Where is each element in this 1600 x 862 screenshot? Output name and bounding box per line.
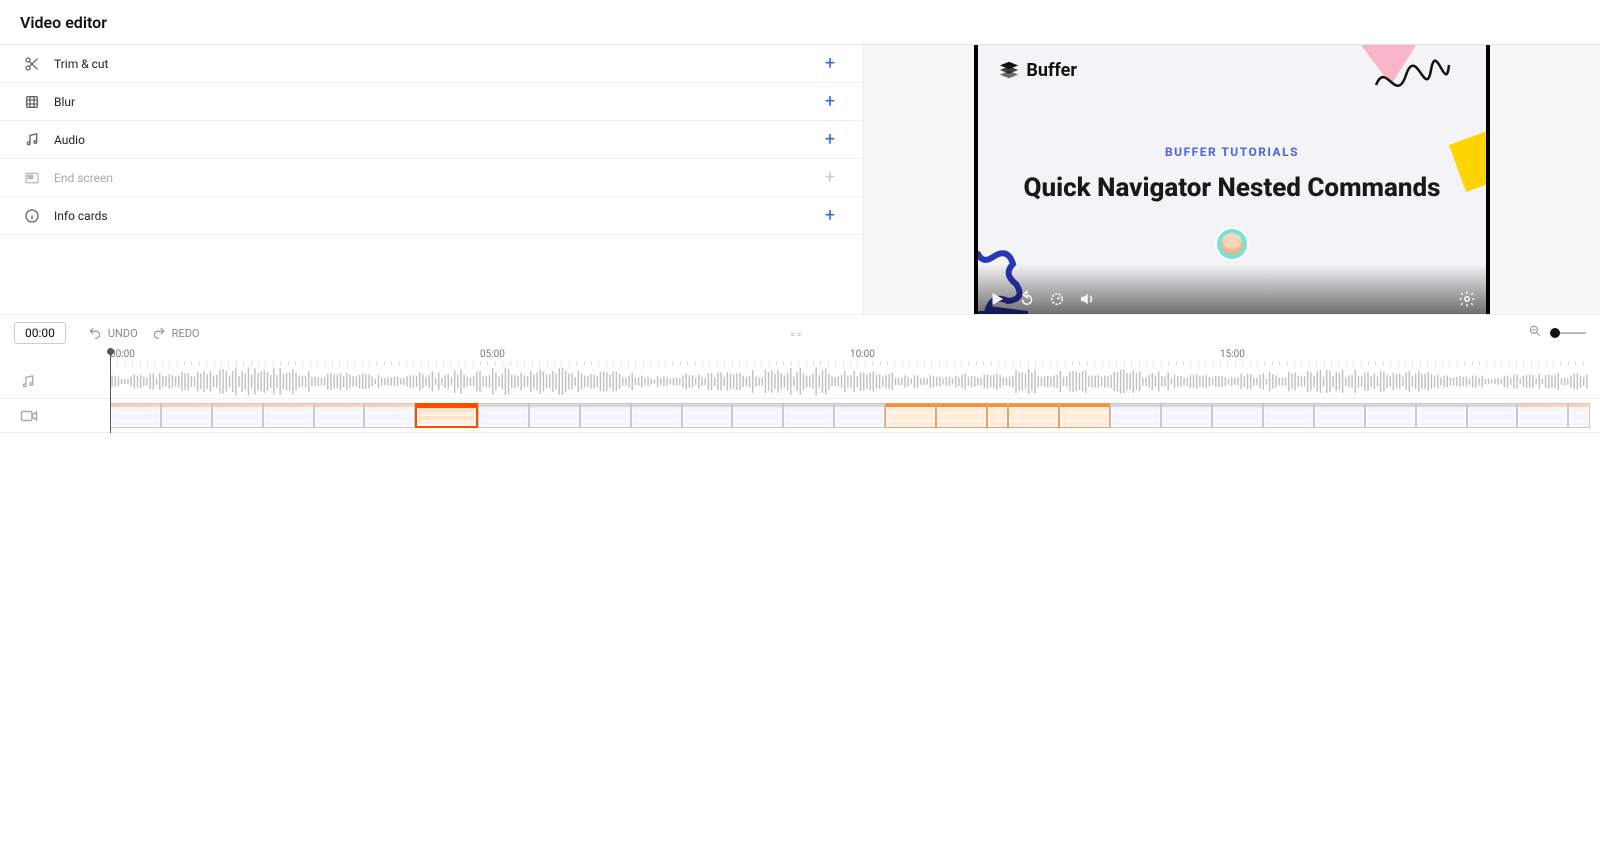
scissors-icon: [24, 56, 40, 72]
video-clip[interactable]: [478, 403, 529, 428]
video-clip[interactable]: [1008, 403, 1059, 428]
video-clip[interactable]: [1059, 403, 1110, 428]
video-clip[interactable]: [732, 403, 783, 428]
audio-track-body[interactable]: [110, 365, 1590, 398]
page-title: Video editor: [20, 13, 107, 32]
brand-name: Buffer: [1026, 60, 1077, 81]
timeline: 00:00 05:00 10:00 15:00: [0, 349, 1600, 433]
video-track-icon: [0, 409, 110, 423]
video-clip[interactable]: [1416, 403, 1467, 428]
blur-icon: [24, 94, 40, 110]
video-clip[interactable]: [314, 403, 365, 428]
info-icon: [24, 208, 40, 224]
decoration-squiggle: [1371, 55, 1451, 110]
video-clip[interactable]: [885, 403, 936, 428]
video-clip[interactable]: [110, 403, 161, 428]
current-time-input[interactable]: 00:00: [14, 322, 66, 344]
tool-label: Audio: [54, 133, 85, 147]
tool-row-blur[interactable]: Blur +: [0, 83, 863, 121]
video-clip[interactable]: [529, 403, 580, 428]
volume-button[interactable]: [1078, 290, 1096, 308]
undo-label: UNDO: [108, 327, 138, 340]
speed-button[interactable]: [1048, 290, 1066, 308]
add-audio-button[interactable]: +: [821, 131, 839, 149]
brand-logo: Buffer: [998, 59, 1077, 81]
tool-row-audio[interactable]: Audio +: [0, 121, 863, 159]
tool-label: Blur: [54, 95, 75, 109]
video-clip[interactable]: [364, 403, 415, 428]
video-preview[interactable]: Buffer BUFFER TUTORIALS Quick Navigator …: [974, 45, 1489, 314]
tool-label: End screen: [54, 171, 113, 185]
redo-button[interactable]: REDO: [152, 326, 200, 340]
timeline-ruler[interactable]: 00:00 05:00 10:00 15:00: [110, 349, 1590, 365]
settings-icon[interactable]: [1458, 290, 1476, 308]
video-clip[interactable]: [263, 403, 314, 428]
video-clip[interactable]: [580, 403, 631, 428]
video-clip[interactable]: [1568, 403, 1590, 428]
tool-label: Trim & cut: [54, 57, 108, 71]
presenter-avatar: [1215, 227, 1249, 261]
video-clip[interactable]: [415, 403, 478, 428]
video-clip[interactable]: [1467, 403, 1518, 428]
video-clip[interactable]: [1110, 403, 1161, 428]
tool-row-trim[interactable]: Trim & cut +: [0, 45, 863, 83]
redo-label: REDO: [172, 327, 200, 340]
video-clip[interactable]: [1161, 403, 1212, 428]
zoom-slider[interactable]: [1550, 332, 1586, 334]
video-clip[interactable]: [161, 403, 212, 428]
tool-row-info[interactable]: Info cards +: [0, 197, 863, 235]
video-clip[interactable]: [783, 403, 834, 428]
upper-panel: Trim & cut+Blur+Audio+End screen+Info ca…: [0, 45, 1600, 315]
video-clip[interactable]: [1263, 403, 1314, 428]
music-icon: [24, 132, 40, 148]
video-clip[interactable]: [1365, 403, 1416, 428]
ruler-tick: 10:00: [850, 349, 875, 360]
ruler-tick: 00:00: [110, 349, 135, 360]
video-clip[interactable]: [1517, 403, 1568, 428]
zoom-out-icon[interactable]: [1528, 323, 1542, 342]
video-clip[interactable]: [212, 403, 263, 428]
video-clip[interactable]: [1212, 403, 1263, 428]
add-blur-button[interactable]: +: [821, 93, 839, 111]
timeline-toolbar: 00:00 UNDO REDO ==: [0, 317, 1600, 349]
video-clip[interactable]: [1314, 403, 1365, 428]
add-end-button[interactable]: +: [821, 169, 839, 187]
ruler-tick: 05:00: [480, 349, 505, 360]
video-subtitle-main: Quick Navigator Nested Commands: [1024, 173, 1441, 203]
tool-label: Info cards: [54, 209, 108, 223]
decoration-yellow-rect: [1449, 128, 1490, 192]
undo-button[interactable]: UNDO: [88, 326, 138, 340]
video-subtitle-pre: BUFFER TUTORIALS: [1165, 145, 1299, 159]
video-clip[interactable]: [987, 403, 1009, 428]
audio-track-icon: [0, 374, 110, 390]
video-clip[interactable]: [631, 403, 682, 428]
titlebar: Video editor: [0, 0, 1600, 45]
video-track-body[interactable]: [110, 399, 1590, 432]
player-controls: [978, 264, 1485, 314]
video-clip[interactable]: [834, 403, 885, 428]
audio-track: [0, 365, 1600, 399]
panel-resize-handle[interactable]: ==: [790, 330, 810, 336]
skip-back-button[interactable]: [1018, 290, 1036, 308]
add-info-button[interactable]: +: [821, 207, 839, 225]
tool-row-end[interactable]: End screen +: [0, 159, 863, 197]
endscreen-icon: [24, 170, 40, 186]
preview-panel: Buffer BUFFER TUTORIALS Quick Navigator …: [864, 45, 1600, 314]
ruler-tick: 15:00: [1220, 349, 1245, 360]
add-trim-button[interactable]: +: [821, 55, 839, 73]
play-button[interactable]: [988, 290, 1006, 308]
video-clip[interactable]: [936, 403, 987, 428]
video-track: [0, 399, 1600, 433]
video-clip[interactable]: [682, 403, 733, 428]
tools-panel: Trim & cut+Blur+Audio+End screen+Info ca…: [0, 45, 864, 314]
